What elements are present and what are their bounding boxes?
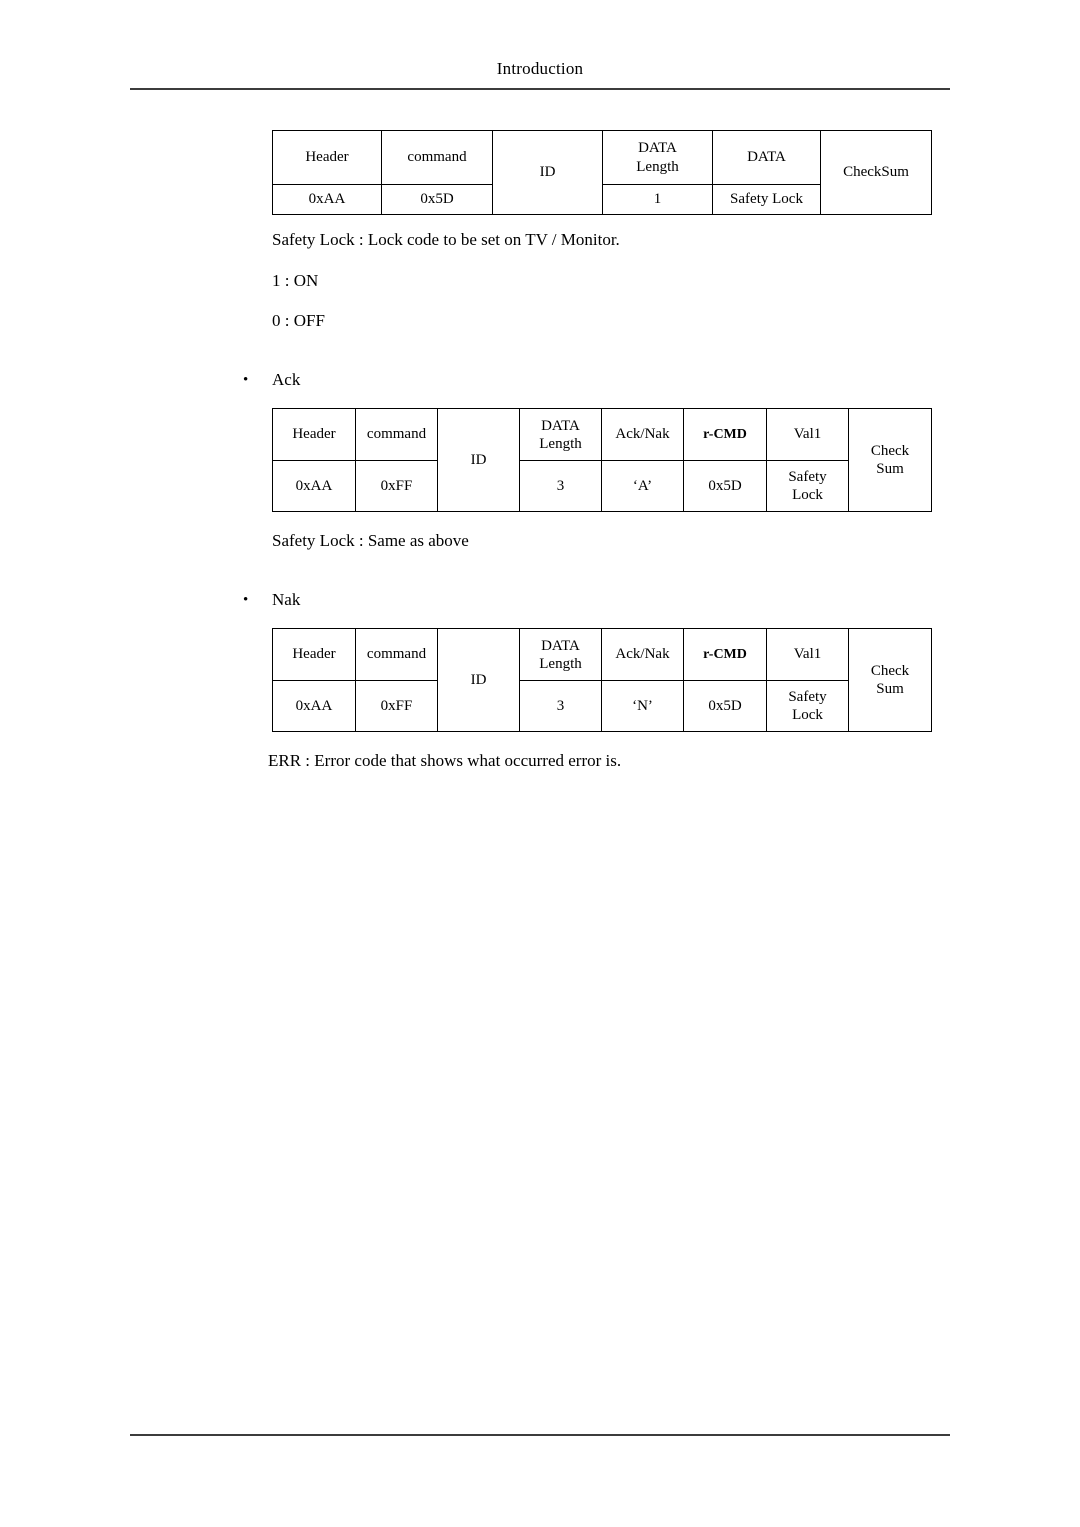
page-title: Introduction — [496, 59, 584, 78]
ack-safety-lock-note: Safety Lock : Same as above — [272, 531, 469, 550]
cell-command-label: command — [381, 130, 493, 185]
header-divider — [130, 88, 950, 90]
data-word: DATA — [541, 417, 580, 434]
lock-word: Lock — [792, 487, 823, 503]
safety-word: Safety — [788, 689, 827, 705]
safety-lock-on-value: 1 : ON — [272, 271, 319, 290]
cell-data-length-value: 1 — [602, 184, 713, 215]
cell-rcmd-value: 0x5D — [683, 680, 767, 732]
document-page: Introduction Header command ID DATA Leng… — [0, 0, 1080, 1527]
bullet-marker-icon: • — [243, 372, 249, 388]
length-word: Length — [636, 158, 679, 175]
table-row: 0xAA 0xFF 3 ‘A’ 0x5D Safety Lock — [272, 460, 932, 512]
cell-command-value: 0x5D — [381, 184, 493, 215]
cell-ack-nak-label: Ack/Nak — [601, 628, 684, 681]
cell-header-value: 0xAA — [272, 680, 356, 732]
sum-word: Sum — [876, 681, 904, 697]
table-row: 0xAA 0xFF 3 ‘N’ 0x5D Safety Lock — [272, 680, 932, 732]
cell-checksum-label: Check Sum — [848, 628, 932, 732]
err-description: ERR : Error code that shows what occurre… — [268, 751, 622, 770]
cell-data-value: Safety Lock — [712, 184, 821, 215]
cell-command-value: 0xFF — [355, 460, 438, 512]
cell-header-label: Header — [272, 408, 356, 461]
cell-data-length-label: DATA Length — [519, 628, 602, 681]
set-safety-lock-table: Header command ID DATA Length DATA Check… — [272, 130, 932, 215]
cell-checksum-label: CheckSum — [820, 130, 932, 215]
cell-header-value: 0xAA — [272, 460, 356, 512]
safety-lock-off-value: 0 : OFF — [272, 311, 325, 330]
cell-val1-label: Val1 — [766, 628, 849, 681]
cell-checksum-label: Check Sum — [848, 408, 932, 512]
cell-command-label: command — [355, 408, 438, 461]
data-word: DATA — [541, 637, 580, 654]
table-row: Header command ID DATA Length Ack/Nak r-… — [272, 628, 932, 732]
cell-data-length-value: 3 — [519, 680, 602, 732]
cell-id-label: ID — [437, 628, 520, 732]
cell-ack-nak-label: Ack/Nak — [601, 408, 684, 461]
cell-rcmd-value: 0x5D — [683, 460, 767, 512]
cell-ack-nak-value: ‘N’ — [601, 680, 684, 732]
sum-word: Sum — [876, 461, 904, 477]
cell-val1-value: Safety Lock — [766, 460, 849, 512]
ack-packet-table: Header command ID DATA Length Ack/Nak r-… — [272, 408, 932, 512]
cell-rcmd-label: r-CMD — [683, 408, 767, 461]
cell-id-label: ID — [492, 130, 603, 215]
cell-data-label: DATA — [712, 130, 821, 185]
lock-word: Lock — [792, 707, 823, 723]
footer-divider — [130, 1434, 950, 1436]
cell-ack-nak-value: ‘A’ — [601, 460, 684, 512]
bullet-nak-label: Nak — [272, 590, 301, 609]
length-word: Length — [539, 655, 582, 672]
cell-data-length-label: DATA Length — [602, 130, 713, 185]
data-word: DATA — [638, 139, 677, 156]
nak-packet-table: Header command ID DATA Length Ack/Nak r-… — [272, 628, 932, 732]
cell-command-label: command — [355, 628, 438, 681]
cell-header-value: 0xAA — [272, 184, 382, 215]
bullet-ack-label: Ack — [272, 370, 301, 389]
table-row: Header command ID DATA Length Ack/Nak r-… — [272, 408, 932, 512]
cell-val1-label: Val1 — [766, 408, 849, 461]
safety-lock-description: Safety Lock : Lock code to be set on TV … — [272, 230, 620, 249]
cell-data-length-label: DATA Length — [519, 408, 602, 461]
length-word: Length — [539, 435, 582, 452]
cell-rcmd-label: r-CMD — [683, 628, 767, 681]
safety-word: Safety — [788, 469, 827, 485]
cell-val1-value: Safety Lock — [766, 680, 849, 732]
cell-id-label: ID — [437, 408, 520, 512]
cell-header-label: Header — [272, 628, 356, 681]
check-word: Check — [870, 443, 910, 459]
cell-data-length-value: 3 — [519, 460, 602, 512]
bullet-marker-icon: • — [243, 592, 249, 608]
cell-header-label: Header — [272, 130, 382, 185]
check-word: Check — [870, 663, 910, 679]
table-row: Header command ID DATA Length DATA Check… — [272, 130, 932, 215]
cell-command-value: 0xFF — [355, 680, 438, 732]
